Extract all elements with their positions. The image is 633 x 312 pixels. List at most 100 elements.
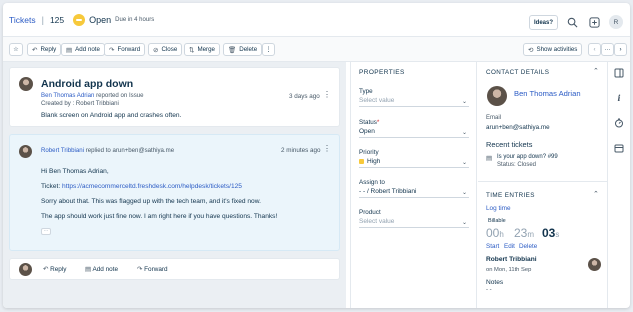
- timer-hours: 00h: [486, 226, 504, 240]
- ticket-subject: Android app down: [41, 78, 134, 90]
- bottom-reply-button[interactable]: ↶ Reply: [43, 265, 66, 273]
- assign-value: - - / Robert Tribbiani: [359, 188, 417, 195]
- user-avatar[interactable]: R: [609, 15, 623, 29]
- conversation-pane: Android app down Ben Thomas Adrian repor…: [3, 62, 346, 308]
- show-quoted-button[interactable]: ···: [41, 228, 51, 235]
- forward-icon: ↷: [109, 46, 115, 54]
- time-entry-agent: Robert Tribbiani: [486, 256, 537, 263]
- bottom-forward-button[interactable]: ↷ Forward: [137, 265, 168, 273]
- star-icon: ☆: [13, 46, 19, 53]
- bottom-add-note-button[interactable]: ▤ Add note: [85, 265, 118, 273]
- add-note-button[interactable]: ▤ Add note: [61, 43, 105, 56]
- product-label: Product: [359, 209, 381, 216]
- ticket-icon: ▤: [486, 155, 493, 162]
- reported-text: reported on Issue: [96, 92, 144, 99]
- timer-edit-link[interactable]: Edit: [504, 243, 515, 250]
- type-label: Type: [359, 88, 373, 95]
- chevron-down-icon: ⌄: [461, 220, 467, 226]
- properties-panel: PROPERTIES Type Select value ⌄ Status* O…: [350, 62, 477, 308]
- ticket-link-label: Ticket:: [41, 183, 61, 190]
- note-icon: ▤: [66, 46, 73, 54]
- reply-author[interactable]: Robert Tribbiani: [41, 147, 84, 154]
- new-item-icon[interactable]: [588, 16, 600, 28]
- prev-ticket-button[interactable]: ‹: [588, 43, 601, 56]
- recent-ticket-status: Status: Closed: [497, 162, 537, 168]
- ticket-list-button[interactable]: ···: [601, 43, 614, 56]
- delete-button[interactable]: 🗑 Delete: [223, 43, 263, 56]
- ticket-status: Open: [89, 14, 112, 25]
- timer-delete-link[interactable]: Delete: [519, 243, 537, 250]
- contact-name[interactable]: Ben Thomas Adrian: [514, 89, 581, 98]
- timer-icon[interactable]: [614, 118, 624, 128]
- chevron-up-icon[interactable]: ⌃: [593, 190, 599, 198]
- contact-email: arun+ben@sathiya.me: [486, 124, 550, 131]
- time-entries-heading: TIME ENTRIES: [486, 192, 535, 199]
- star-button[interactable]: ☆: [9, 43, 23, 56]
- reply-button[interactable]: ↶ Reply: [27, 43, 62, 56]
- timer-seconds-value: 03: [542, 226, 556, 240]
- reply-time: 2 minutes ago: [281, 147, 321, 154]
- merge-label: Merge: [197, 46, 215, 53]
- merge-button[interactable]: ⇅ Merge: [184, 43, 220, 56]
- check-circle-icon: ⊘: [153, 46, 159, 54]
- next-ticket-button[interactable]: ›: [614, 43, 627, 56]
- forward-label: Forward: [117, 46, 141, 53]
- status-select[interactable]: Open ⌄: [359, 128, 469, 138]
- requester-name[interactable]: Ben Thomas Adrian: [41, 92, 94, 99]
- assign-select[interactable]: - - / Robert Tribbiani ⌄: [359, 188, 469, 198]
- required-mark: *: [376, 119, 380, 126]
- timer-start-link[interactable]: Start: [486, 243, 499, 250]
- chevron-right-icon: ›: [619, 46, 622, 53]
- ideas-button[interactable]: Ideas?: [529, 15, 558, 30]
- priority-select[interactable]: High ⌄: [359, 158, 469, 168]
- reply-line-1: Sorry about that. This was flagged up wi…: [41, 198, 261, 205]
- timer-hours-unit: h: [499, 230, 504, 239]
- product-select[interactable]: Select value ⌄: [359, 218, 469, 228]
- breadcrumb-tickets[interactable]: Tickets: [9, 15, 36, 25]
- timer-minutes-unit: m: [527, 230, 535, 239]
- reply-label: Reply: [40, 46, 57, 53]
- ellipsis-icon: ···: [604, 46, 611, 53]
- close-button[interactable]: ⊘ Close: [148, 43, 183, 56]
- reply-line-2: The app should work just fine now. I am …: [41, 213, 278, 220]
- app-window: Tickets | 125 Open Due in 4 hours Ideas?…: [3, 3, 630, 308]
- ticket-link[interactable]: https://acmecommerceltd.freshdesk.com/he…: [62, 183, 242, 190]
- status-label-text: Status: [359, 119, 377, 126]
- priority-color-icon: [359, 158, 364, 164]
- merge-icon: ⇅: [189, 46, 195, 54]
- info-icon[interactable]: i: [614, 93, 624, 103]
- divider: [478, 181, 607, 182]
- replied-to-text: replied to: [85, 147, 111, 154]
- reply-icon: ↶: [32, 46, 38, 54]
- chevron-up-icon[interactable]: ⌃: [593, 67, 599, 75]
- recent-ticket-title[interactable]: Is your app down? #99: [497, 154, 558, 160]
- right-rail: i: [607, 62, 630, 308]
- contact-heading: CONTACT DETAILS: [486, 69, 550, 76]
- note-icon: ▤: [85, 266, 92, 273]
- timer-hours-value: 00: [486, 226, 500, 240]
- type-select[interactable]: Select value ⌄: [359, 97, 469, 107]
- timer-minutes: 23m: [514, 226, 534, 240]
- show-activities-button[interactable]: ⟲ Show activities: [523, 43, 583, 56]
- more-vertical-icon[interactable]: ⋮: [323, 90, 331, 99]
- search-icon[interactable]: [566, 16, 578, 28]
- requester-avatar: [19, 77, 33, 91]
- forward-button[interactable]: ↷ Forward: [104, 43, 146, 56]
- delete-label: Delete: [239, 46, 258, 53]
- more-actions-button[interactable]: ⋮: [262, 43, 275, 56]
- timer-minutes-value: 23: [514, 226, 528, 240]
- bottom-add-note-label: Add note: [92, 266, 119, 273]
- chevron-down-icon: ⌄: [461, 99, 467, 105]
- contact-details-icon[interactable]: [614, 68, 624, 78]
- show-activities-label: Show activities: [536, 46, 578, 53]
- log-time-link[interactable]: Log time: [486, 205, 511, 212]
- timer-seconds-unit: s: [555, 230, 560, 239]
- due-text: Due in 4 hours: [115, 16, 155, 23]
- ticket-number: 125: [49, 14, 65, 25]
- calendar-icon[interactable]: [614, 143, 624, 153]
- chevron-down-icon: ⌄: [461, 130, 467, 136]
- bottom-forward-label: Forward: [144, 266, 168, 273]
- more-vertical-icon[interactable]: ⋮: [323, 144, 331, 153]
- priority-value: High: [367, 158, 381, 165]
- reply-to-email: arun+ben@sathiya.me: [112, 147, 175, 154]
